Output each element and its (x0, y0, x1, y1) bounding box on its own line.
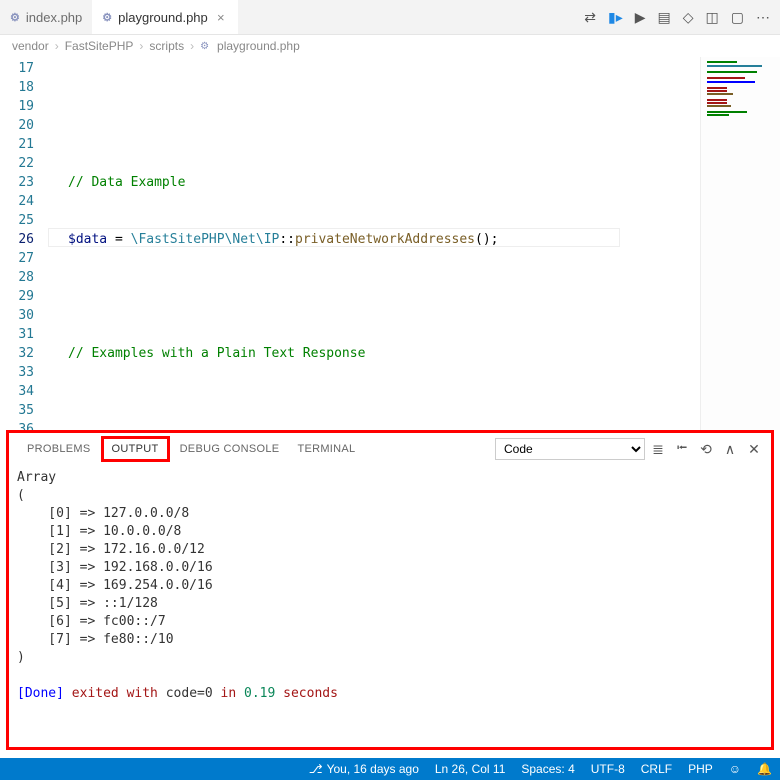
clear-icon[interactable]: ⟲ (695, 441, 717, 458)
close-icon[interactable]: × (214, 10, 228, 25)
panel-tab-terminal[interactable]: TERMINAL (289, 437, 363, 461)
status-spaces[interactable]: Spaces: 4 (513, 762, 582, 776)
code-area[interactable]: // Data Example $data = \FastSitePHP\Net… (48, 57, 700, 430)
php-file-icon: ⚙ (10, 11, 20, 24)
editor-tabbar: ⚙ index.php ⚙ playground.php × ⇄ ▮▸ ▶ ▤ … (0, 0, 780, 35)
chevron-right-icon: › (190, 39, 194, 53)
doc-icon[interactable]: ▤ (658, 9, 671, 26)
status-encoding[interactable]: UTF-8 (583, 762, 633, 776)
status-bar: ⎇You, 16 days ago Ln 26, Col 11 Spaces: … (0, 758, 780, 780)
run-icon[interactable]: ▶ (635, 9, 646, 26)
crumb-vendor[interactable]: vendor (12, 39, 49, 53)
chevron-right-icon: › (139, 39, 143, 53)
status-bell-icon[interactable]: 🔔 (749, 762, 780, 776)
close-icon[interactable]: ✕ (743, 441, 765, 458)
crumb-fastsitephp[interactable]: FastSitePHP (65, 39, 134, 53)
status-language[interactable]: PHP (680, 762, 721, 776)
output-body[interactable]: Array ( [0] => 127.0.0.0/8 [1] => 10.0.0… (9, 465, 771, 747)
tab-index-php[interactable]: ⚙ index.php (0, 0, 92, 34)
crumb-file[interactable]: playground.php (217, 39, 300, 53)
output-channel-select[interactable]: Code (495, 438, 645, 460)
diff-icon[interactable]: ⇄ (584, 9, 596, 26)
tab-label: index.php (26, 10, 82, 25)
breadcrumb: vendor › FastSitePHP › scripts › ⚙ playg… (0, 35, 780, 57)
editor-actions: ⇄ ▮▸ ▶ ▤ ◇ ◫ ▢ ⋯ (584, 0, 780, 34)
php-file-icon: ⚙ (200, 41, 209, 52)
bottom-panel: PROBLEMS OUTPUT DEBUG CONSOLE TERMINAL C… (6, 430, 774, 750)
panel-tab-output[interactable]: OUTPUT (101, 436, 170, 462)
more-icon[interactable]: ⋯ (756, 9, 770, 26)
status-feedback-icon[interactable]: ☺ (721, 762, 749, 776)
unlock-icon[interactable]: ⭰ (671, 437, 693, 461)
panel-tabbar: PROBLEMS OUTPUT DEBUG CONSOLE TERMINAL C… (9, 433, 771, 465)
crumb-scripts[interactable]: scripts (149, 39, 184, 53)
panel-tab-problems[interactable]: PROBLEMS (19, 437, 99, 461)
git-commit-icon: ⎇ (309, 762, 323, 776)
status-lncol[interactable]: Ln 26, Col 11 (427, 762, 514, 776)
open-icon[interactable]: ▮▸ (608, 9, 623, 26)
list-icon[interactable]: ≣ (647, 441, 669, 458)
line-gutter: 17 18 19 20 21 22 23 24 25 26 27 28 29 3… (0, 57, 48, 430)
tab-playground-php[interactable]: ⚙ playground.php × (92, 0, 238, 34)
split-icon[interactable]: ◫ (706, 9, 719, 26)
chevron-right-icon: › (55, 39, 59, 53)
chevron-up-icon[interactable]: ∧ (719, 441, 741, 458)
panel-tab-debug[interactable]: DEBUG CONSOLE (172, 437, 288, 461)
status-eol[interactable]: CRLF (633, 762, 680, 776)
tab-label: playground.php (118, 10, 208, 25)
status-git[interactable]: ⎇You, 16 days ago (301, 762, 427, 776)
editor[interactable]: 17 18 19 20 21 22 23 24 25 26 27 28 29 3… (0, 57, 780, 430)
minimap[interactable] (700, 57, 780, 430)
php-file-icon: ⚙ (102, 11, 112, 24)
layout-icon[interactable]: ▢ (731, 9, 744, 26)
tag-icon[interactable]: ◇ (683, 9, 694, 26)
